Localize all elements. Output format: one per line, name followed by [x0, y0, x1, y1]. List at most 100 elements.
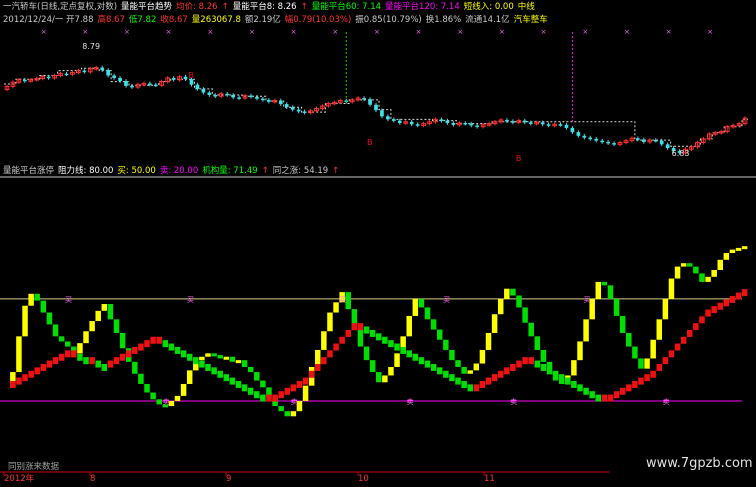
buy-mark: 买: [443, 296, 450, 304]
trend-bar: [46, 360, 53, 368]
candle-body: [64, 73, 69, 76]
indicator-bar: [668, 278, 675, 299]
trend-bar: [10, 380, 16, 388]
trend-bar: [473, 384, 480, 392]
trend-bar: [430, 363, 437, 371]
trend-bar: [223, 374, 230, 382]
indicator-bar: [711, 270, 717, 277]
indicator-header: 量能平台涨停 阻力线: 80.00 买: 50.00 卖: 20.00 机构量: 71.…: [3, 166, 343, 176]
indicator-bar: [284, 411, 291, 417]
candle-body: [475, 125, 480, 127]
price-high-label: 8.79: [82, 42, 100, 51]
trend-bar: [351, 323, 358, 331]
indicator-bar: [89, 321, 95, 332]
indicator-bar: [680, 263, 687, 267]
indicator-bar: [229, 356, 236, 362]
trend-bar: [382, 336, 388, 344]
indicator-bar: [16, 336, 22, 373]
candle-body: [386, 116, 390, 120]
bottom-left-caption: 同别涨来数据: [8, 462, 60, 472]
candle-body: [528, 122, 533, 124]
header-field: 均价: 8.26: [176, 2, 218, 12]
candle-body: [463, 123, 468, 125]
candle-body: [118, 77, 122, 81]
buy-mark: 买: [187, 296, 194, 304]
indicator-bar: [418, 298, 425, 308]
header-field: 低7.82: [128, 15, 157, 25]
signal-marker: ×: [666, 28, 672, 36]
sell-mark: 卖: [163, 398, 170, 406]
candle-body: [374, 104, 378, 111]
indicator-bar: [77, 343, 83, 354]
indicator-bar: [741, 246, 748, 250]
trend-bar: [455, 377, 461, 385]
indicator-bar: [613, 298, 620, 316]
indicator-bar: [479, 349, 486, 364]
trend-bar: [424, 360, 431, 368]
trend-bar: [516, 360, 522, 368]
candle-body: [261, 98, 265, 101]
header-field: 量能平台涨停: [3, 166, 55, 176]
indicator-bar: [626, 332, 632, 347]
trend-bar: [741, 289, 748, 297]
b-signal: B: [367, 138, 373, 147]
candle-body: [564, 124, 569, 128]
trend-bar: [461, 380, 467, 388]
indicator-bar: [290, 411, 297, 417]
candle-body: [659, 140, 664, 145]
indicator-bar: [217, 355, 223, 359]
indicator-bar: [376, 372, 382, 383]
trend-bar: [16, 377, 22, 385]
price-header-row2: 2012/12/24/一 开7.88 高8.67 低7.82 收8.67 量263067…: [3, 15, 552, 25]
trend-bar: [723, 299, 730, 307]
indicator-bar: [64, 341, 71, 347]
indicator-bar: [278, 406, 284, 412]
x-tick-label: 9: [226, 474, 232, 484]
trend-bar: [497, 370, 504, 378]
candle-body: [588, 137, 593, 140]
indicator-bar: [138, 373, 144, 384]
indicator-bar: [650, 339, 656, 359]
indicator-bar: [571, 360, 577, 376]
trend-bar: [491, 374, 498, 382]
sell-mark: 卖: [291, 398, 298, 406]
trend-bar: [613, 391, 620, 399]
indicator-bar: [467, 370, 473, 374]
indicator-bar: [735, 247, 742, 251]
indicator-bar: [101, 304, 108, 311]
trend-bar: [394, 343, 400, 351]
indicator-bar: [510, 288, 516, 296]
trend-bar: [296, 380, 303, 388]
candle-body: [511, 121, 515, 123]
candle-body: [409, 121, 414, 125]
sell-mark: 卖: [663, 398, 670, 406]
signal-marker: ×: [582, 28, 588, 36]
trend-bar: [113, 357, 120, 365]
trend-bar: [400, 346, 406, 354]
indicator-bar: [205, 353, 211, 357]
trend-bar: [735, 292, 742, 300]
candle-body: [225, 93, 230, 96]
header-field: ↑: [300, 2, 308, 12]
indicator-bar: [388, 366, 394, 376]
trend-bar: [656, 363, 663, 371]
candle-body: [171, 77, 176, 80]
trend-bar: [162, 340, 169, 348]
signal-marker: ×: [207, 28, 213, 36]
indicator-bar: [132, 361, 138, 374]
trend-bar: [449, 374, 455, 382]
trend-bar: [168, 343, 175, 351]
signal-marker: ×: [124, 28, 130, 36]
trend-bar: [235, 380, 242, 388]
indicator-bar: [394, 353, 400, 367]
header-field: 换1.86%: [425, 15, 462, 25]
header-field: 量能平台120: 7.14: [385, 2, 460, 12]
trend-bar: [247, 387, 254, 395]
trend-bar: [668, 350, 675, 358]
indicator-bar: [52, 324, 59, 337]
header-field: 量263067.8: [191, 15, 241, 25]
indicator-bar: [357, 329, 364, 347]
trend-bar: [186, 353, 193, 361]
candle-body: [380, 110, 384, 117]
trend-bar: [339, 336, 345, 344]
